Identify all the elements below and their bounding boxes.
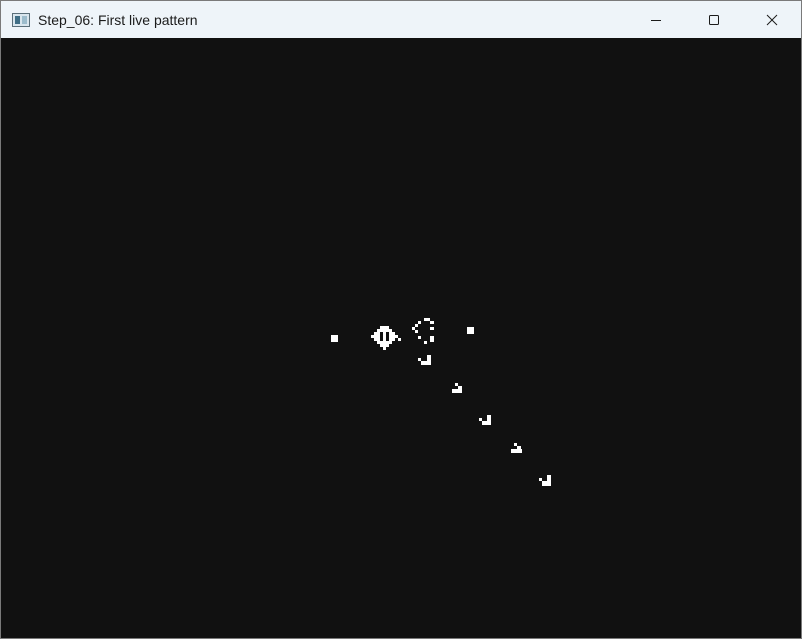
- live-cells: [331, 318, 551, 486]
- caption-buttons: [627, 1, 801, 38]
- glider-4: [511, 443, 522, 453]
- glider-3: [479, 415, 491, 425]
- maximize-button[interactable]: [685, 1, 743, 38]
- glider-5: [539, 475, 551, 486]
- glider-2: [452, 383, 462, 393]
- app-window: Step_06: First live pattern: [0, 0, 802, 639]
- close-icon: [766, 14, 778, 25]
- block-left: [331, 335, 338, 342]
- block-right: [467, 327, 474, 334]
- pattern-layer: [331, 318, 551, 486]
- app-window-icon: [12, 12, 30, 27]
- close-button[interactable]: [743, 1, 801, 38]
- minimize-icon: [651, 19, 661, 21]
- glider-1: [418, 355, 431, 365]
- minimize-button[interactable]: [627, 1, 685, 38]
- gun-left-part: [371, 326, 401, 350]
- title-bar[interactable]: Step_06: First live pattern: [1, 1, 801, 38]
- maximize-icon: [709, 14, 719, 25]
- window-title: Step_06: First live pattern: [38, 11, 198, 28]
- gun-right-part: [412, 318, 434, 344]
- game-of-life-canvas[interactable]: [2, 38, 800, 637]
